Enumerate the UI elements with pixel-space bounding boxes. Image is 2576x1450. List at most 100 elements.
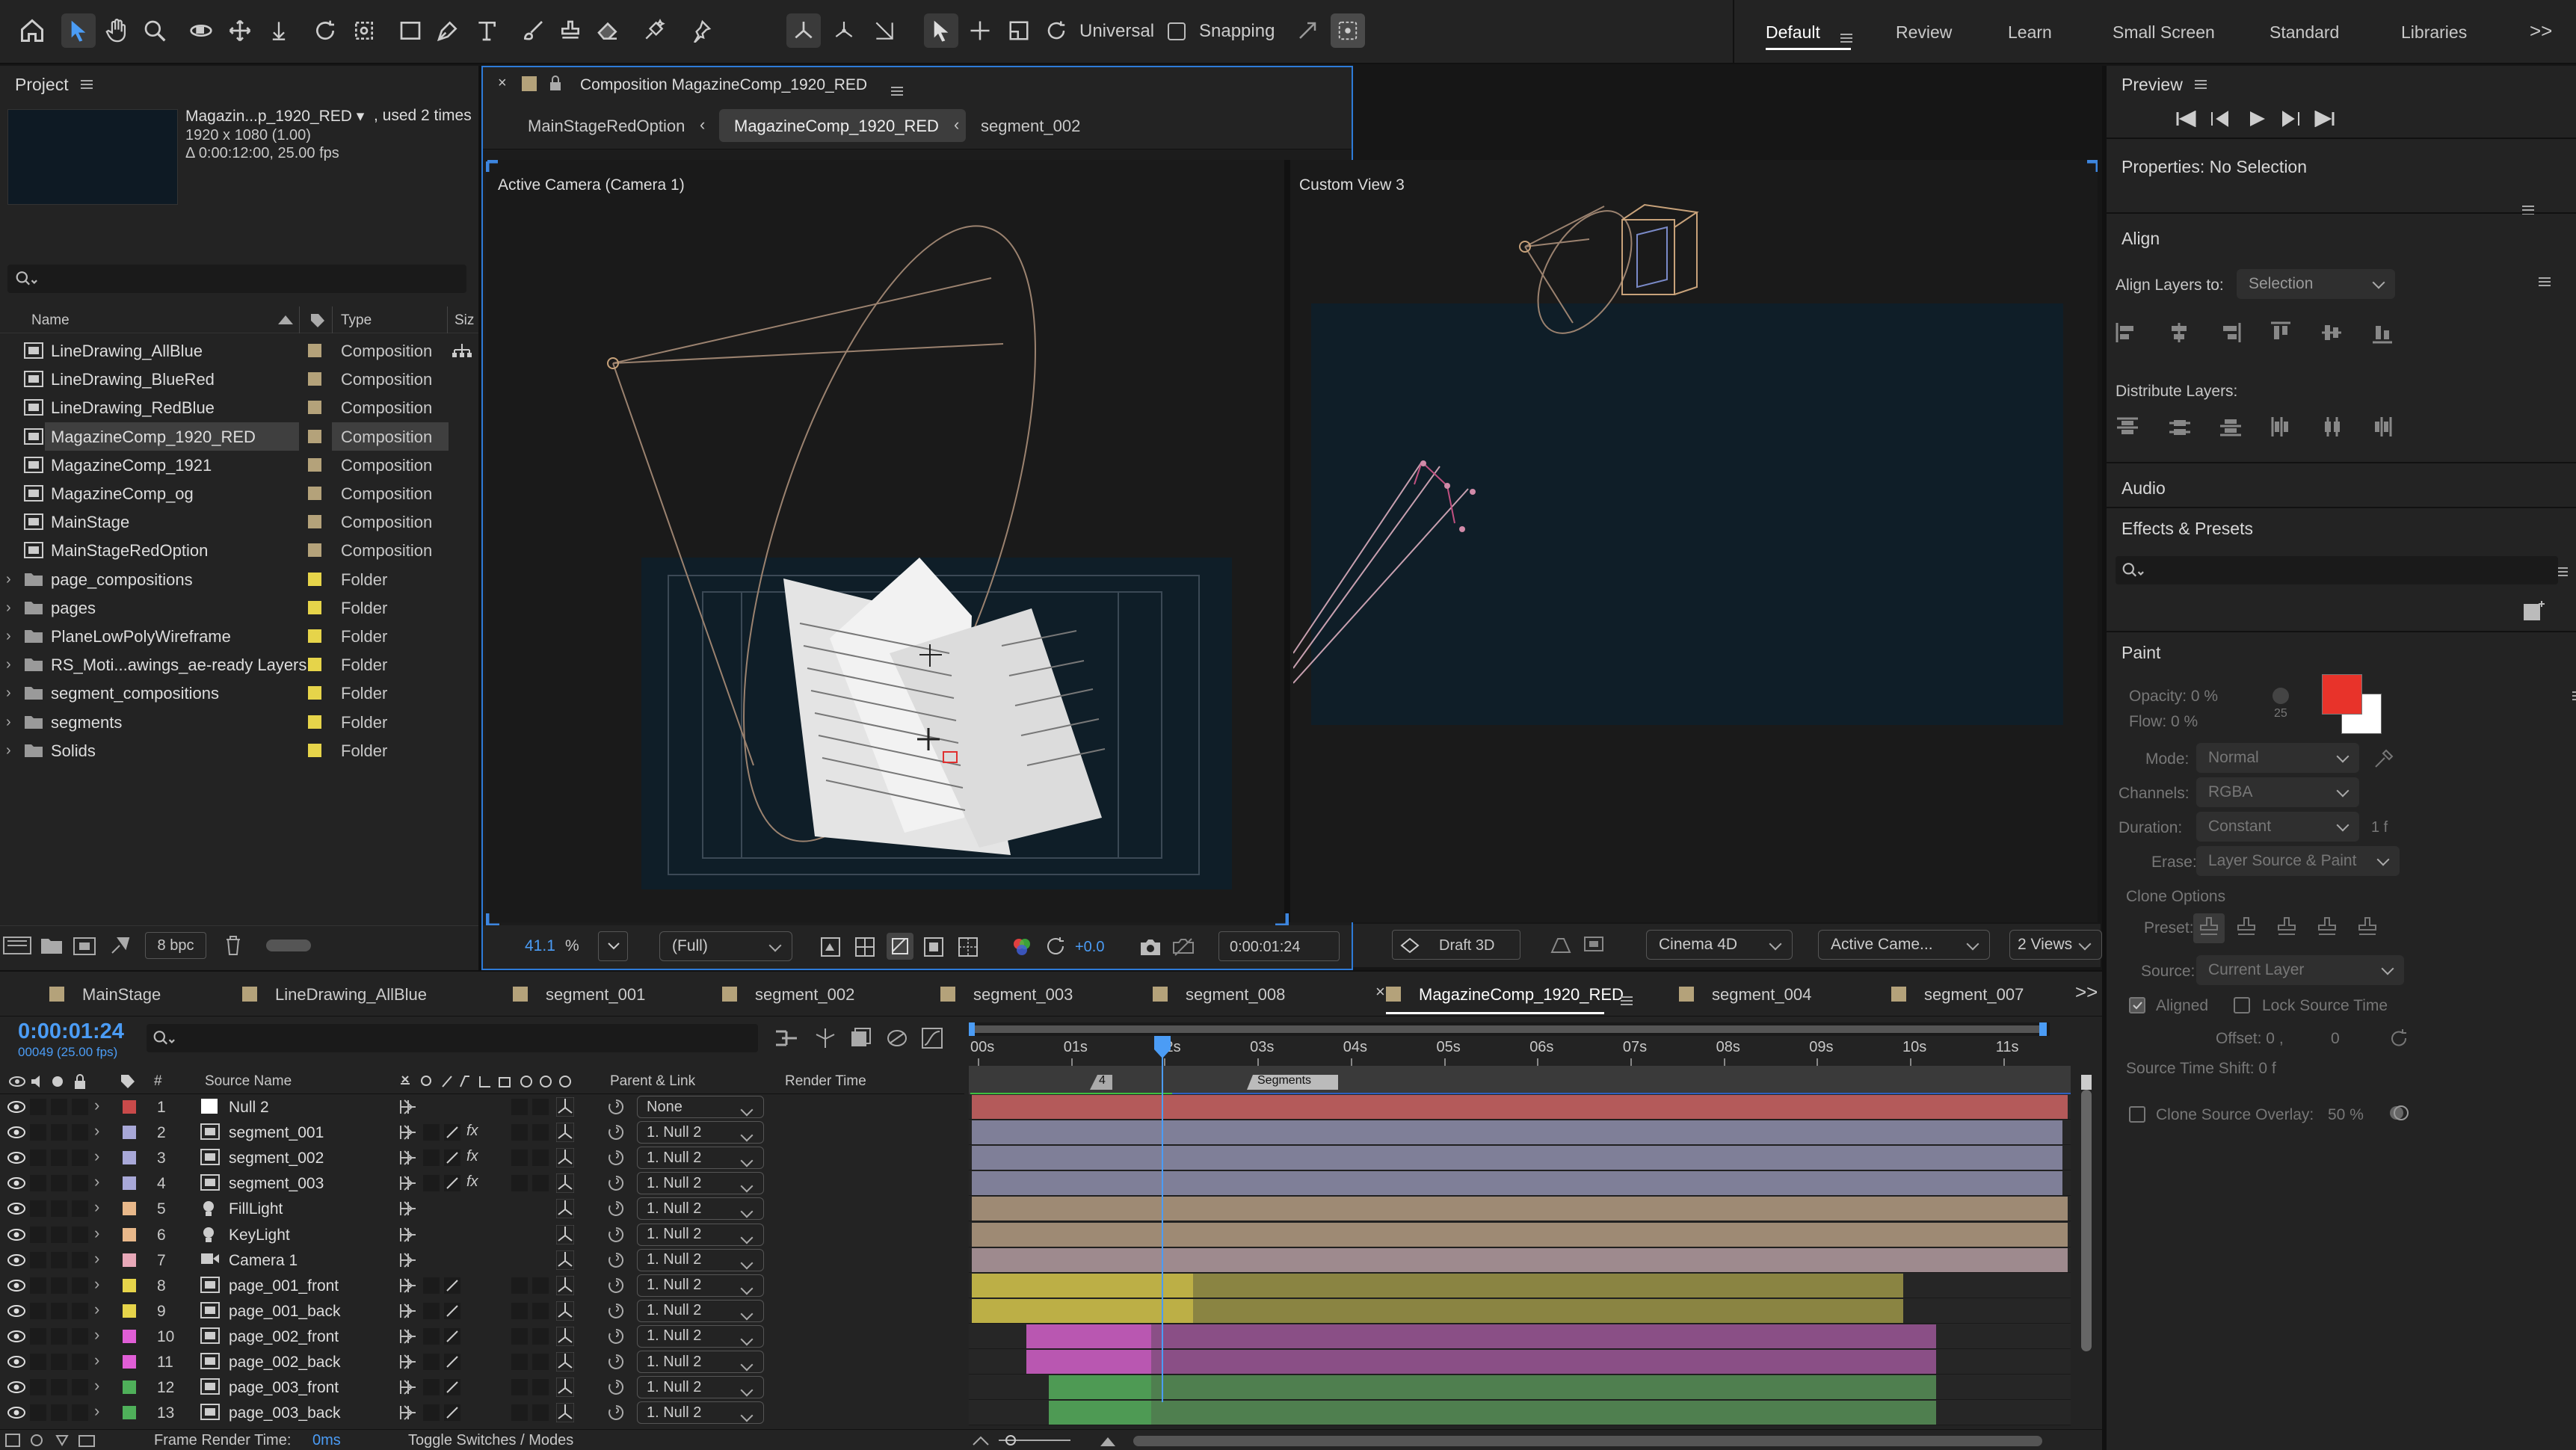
project-panel-title[interactable]: Project [15,75,69,95]
label-swatch[interactable] [123,1380,136,1395]
motion-blur-switch[interactable] [511,1327,528,1345]
label-swatch[interactable] [123,1278,136,1292]
expand-chevron-icon[interactable]: › [94,1325,99,1345]
lock-switch[interactable] [72,1226,88,1243]
audio-switch[interactable] [30,1175,46,1192]
solo-switch[interactable] [51,1277,67,1294]
solo-switch[interactable] [51,1175,67,1192]
label-swatch[interactable] [308,572,321,586]
project-item[interactable]: › PlaneLowPolyWireframe Folder [0,622,478,650]
effects-search-input[interactable] [2116,556,2558,584]
project-item[interactable]: MagazineComp_1920_RED Composition [0,422,478,451]
world-axis-mode-icon[interactable] [827,13,861,48]
expand-chevron-icon[interactable]: › [94,1096,99,1115]
quality-switch-icon[interactable] [444,1379,460,1396]
parent-link-header[interactable]: Parent & Link [610,1073,695,1090]
effects-title[interactable]: Effects & Presets [2121,519,2253,539]
layer-duration-bar[interactable] [972,1120,2062,1145]
timeline-current-time[interactable]: 0:00:01:24 [18,1019,124,1044]
solo-switch[interactable] [51,1302,67,1319]
project-item[interactable]: › page_compositions Folder [0,565,478,593]
layer-name[interactable]: page_002_back [229,1354,340,1372]
lock-switch[interactable] [72,1175,88,1192]
adjustment-switch[interactable] [532,1404,549,1422]
layer-row[interactable]: › 1 Null 2 None [0,1094,964,1120]
label-swatch[interactable] [308,457,321,472]
playhead-handle[interactable] [1154,1036,1171,1058]
parent-dropdown[interactable]: 1. Null 2 [637,1324,764,1348]
label-swatch[interactable] [308,743,321,757]
timeline-vertical-scrollbar[interactable] [2078,1067,2095,1366]
offset-label[interactable]: Offset: 0 , [2216,1030,2284,1048]
label-swatch[interactable] [308,429,321,443]
shy-switch-icon[interactable] [398,1403,419,1422]
audio-switch[interactable] [30,1327,46,1345]
source-name-header[interactable]: Source Name [205,1073,292,1090]
parent-dropdown[interactable]: 1. Null 2 [637,1274,764,1297]
quality-switch-icon[interactable] [444,1404,460,1422]
eraser-tool-icon[interactable] [591,13,625,48]
clone-overlay-value[interactable]: 50 % [2328,1106,2364,1124]
workspace-review[interactable]: Review [1896,22,1952,43]
layer-row[interactable]: › 10 page_002_front 1. Null 2 [0,1324,964,1349]
paint-title[interactable]: Paint [2121,643,2160,663]
project-item[interactable]: LineDrawing_RedBlue Composition [0,393,478,422]
time-ruler[interactable]: 00s01s02s03s04s05s06s07s08s09s10s11s [969,1036,2071,1066]
erase-dropdown[interactable]: Layer Source & Paint [2196,846,2400,876]
expand-chevron-icon[interactable]: › [94,1197,99,1217]
expand-chevron-icon[interactable]: › [6,742,11,759]
parent-dropdown[interactable]: 1. Null 2 [637,1299,764,1322]
pick-whip-icon[interactable] [607,1302,625,1320]
project-item[interactable]: LineDrawing_BlueRed Composition [0,365,478,393]
motion-blur-switch[interactable] [511,1150,528,1167]
pick-whip-icon[interactable] [607,1174,625,1192]
collapse-switch[interactable] [423,1354,440,1370]
expand-chevron-icon[interactable]: › [94,1147,99,1166]
layer-name[interactable]: page_002_front [229,1328,339,1346]
adjustment-switch[interactable] [532,1327,549,1345]
pick-whip-icon[interactable] [607,1226,625,1244]
adjustment-switch[interactable] [532,1175,549,1192]
layer-row[interactable]: › 2 segment_001 fx 1. Null 2 [0,1120,964,1145]
shy-switch-icon[interactable] [398,1199,419,1218]
tab-MainStage[interactable]: MainStage [82,985,161,1005]
audio-title[interactable]: Audio [2121,478,2166,499]
label-swatch[interactable] [123,1202,136,1216]
shy-switch-icon[interactable] [398,1097,419,1117]
solo-switch[interactable] [51,1327,67,1345]
layer-name[interactable]: KeyLight [229,1227,290,1244]
anchor-point-tool-icon[interactable] [347,13,381,48]
lock-switch[interactable] [72,1099,88,1115]
solo-switch[interactable] [51,1226,67,1243]
label-swatch[interactable] [308,543,321,558]
layer-duration-bar[interactable] [972,1197,2068,1221]
brush-tool-icon[interactable] [516,13,550,48]
pick-whip-icon[interactable] [607,1277,625,1295]
expand-chevron-icon[interactable]: › [94,1376,99,1395]
label-swatch[interactable] [123,1406,136,1420]
tab-segment_003[interactable]: segment_003 [973,985,1073,1005]
zoom-tool-icon[interactable] [138,13,172,48]
close-tab-icon[interactable]: × [498,75,507,92]
collapse-switch[interactable] [423,1124,440,1141]
current-time-field[interactable]: 0:00:01:24 [1218,931,1340,961]
parent-dropdown[interactable]: 1. Null 2 [637,1172,764,1195]
local-axis-mode-icon[interactable] [786,13,821,48]
type-tool-icon[interactable] [469,13,504,48]
parent-dropdown[interactable]: 1. Null 2 [637,1121,764,1144]
lock-switch[interactable] [72,1277,88,1294]
expand-chevron-icon[interactable]: › [94,1121,99,1141]
motion-blur-switch[interactable] [511,1379,528,1396]
channels-dropdown[interactable]: RGBA [2196,777,2359,807]
timeline-search-input[interactable] [147,1024,758,1052]
effects-switch[interactable]: fx [466,1123,478,1140]
label-swatch[interactable] [123,1304,136,1318]
collapse-switch[interactable] [423,1379,440,1396]
rectangle-tool-icon[interactable] [393,13,428,48]
shy-switch-icon[interactable] [398,1225,419,1244]
footage-name[interactable]: Magazin...p_1920_RED ▾ [185,107,364,126]
layer-duration-bar[interactable] [972,1247,2068,1272]
quality-switch-icon[interactable] [444,1124,460,1141]
layer-name[interactable]: Camera 1 [229,1252,298,1270]
project-menu-icon[interactable] [80,80,93,89]
